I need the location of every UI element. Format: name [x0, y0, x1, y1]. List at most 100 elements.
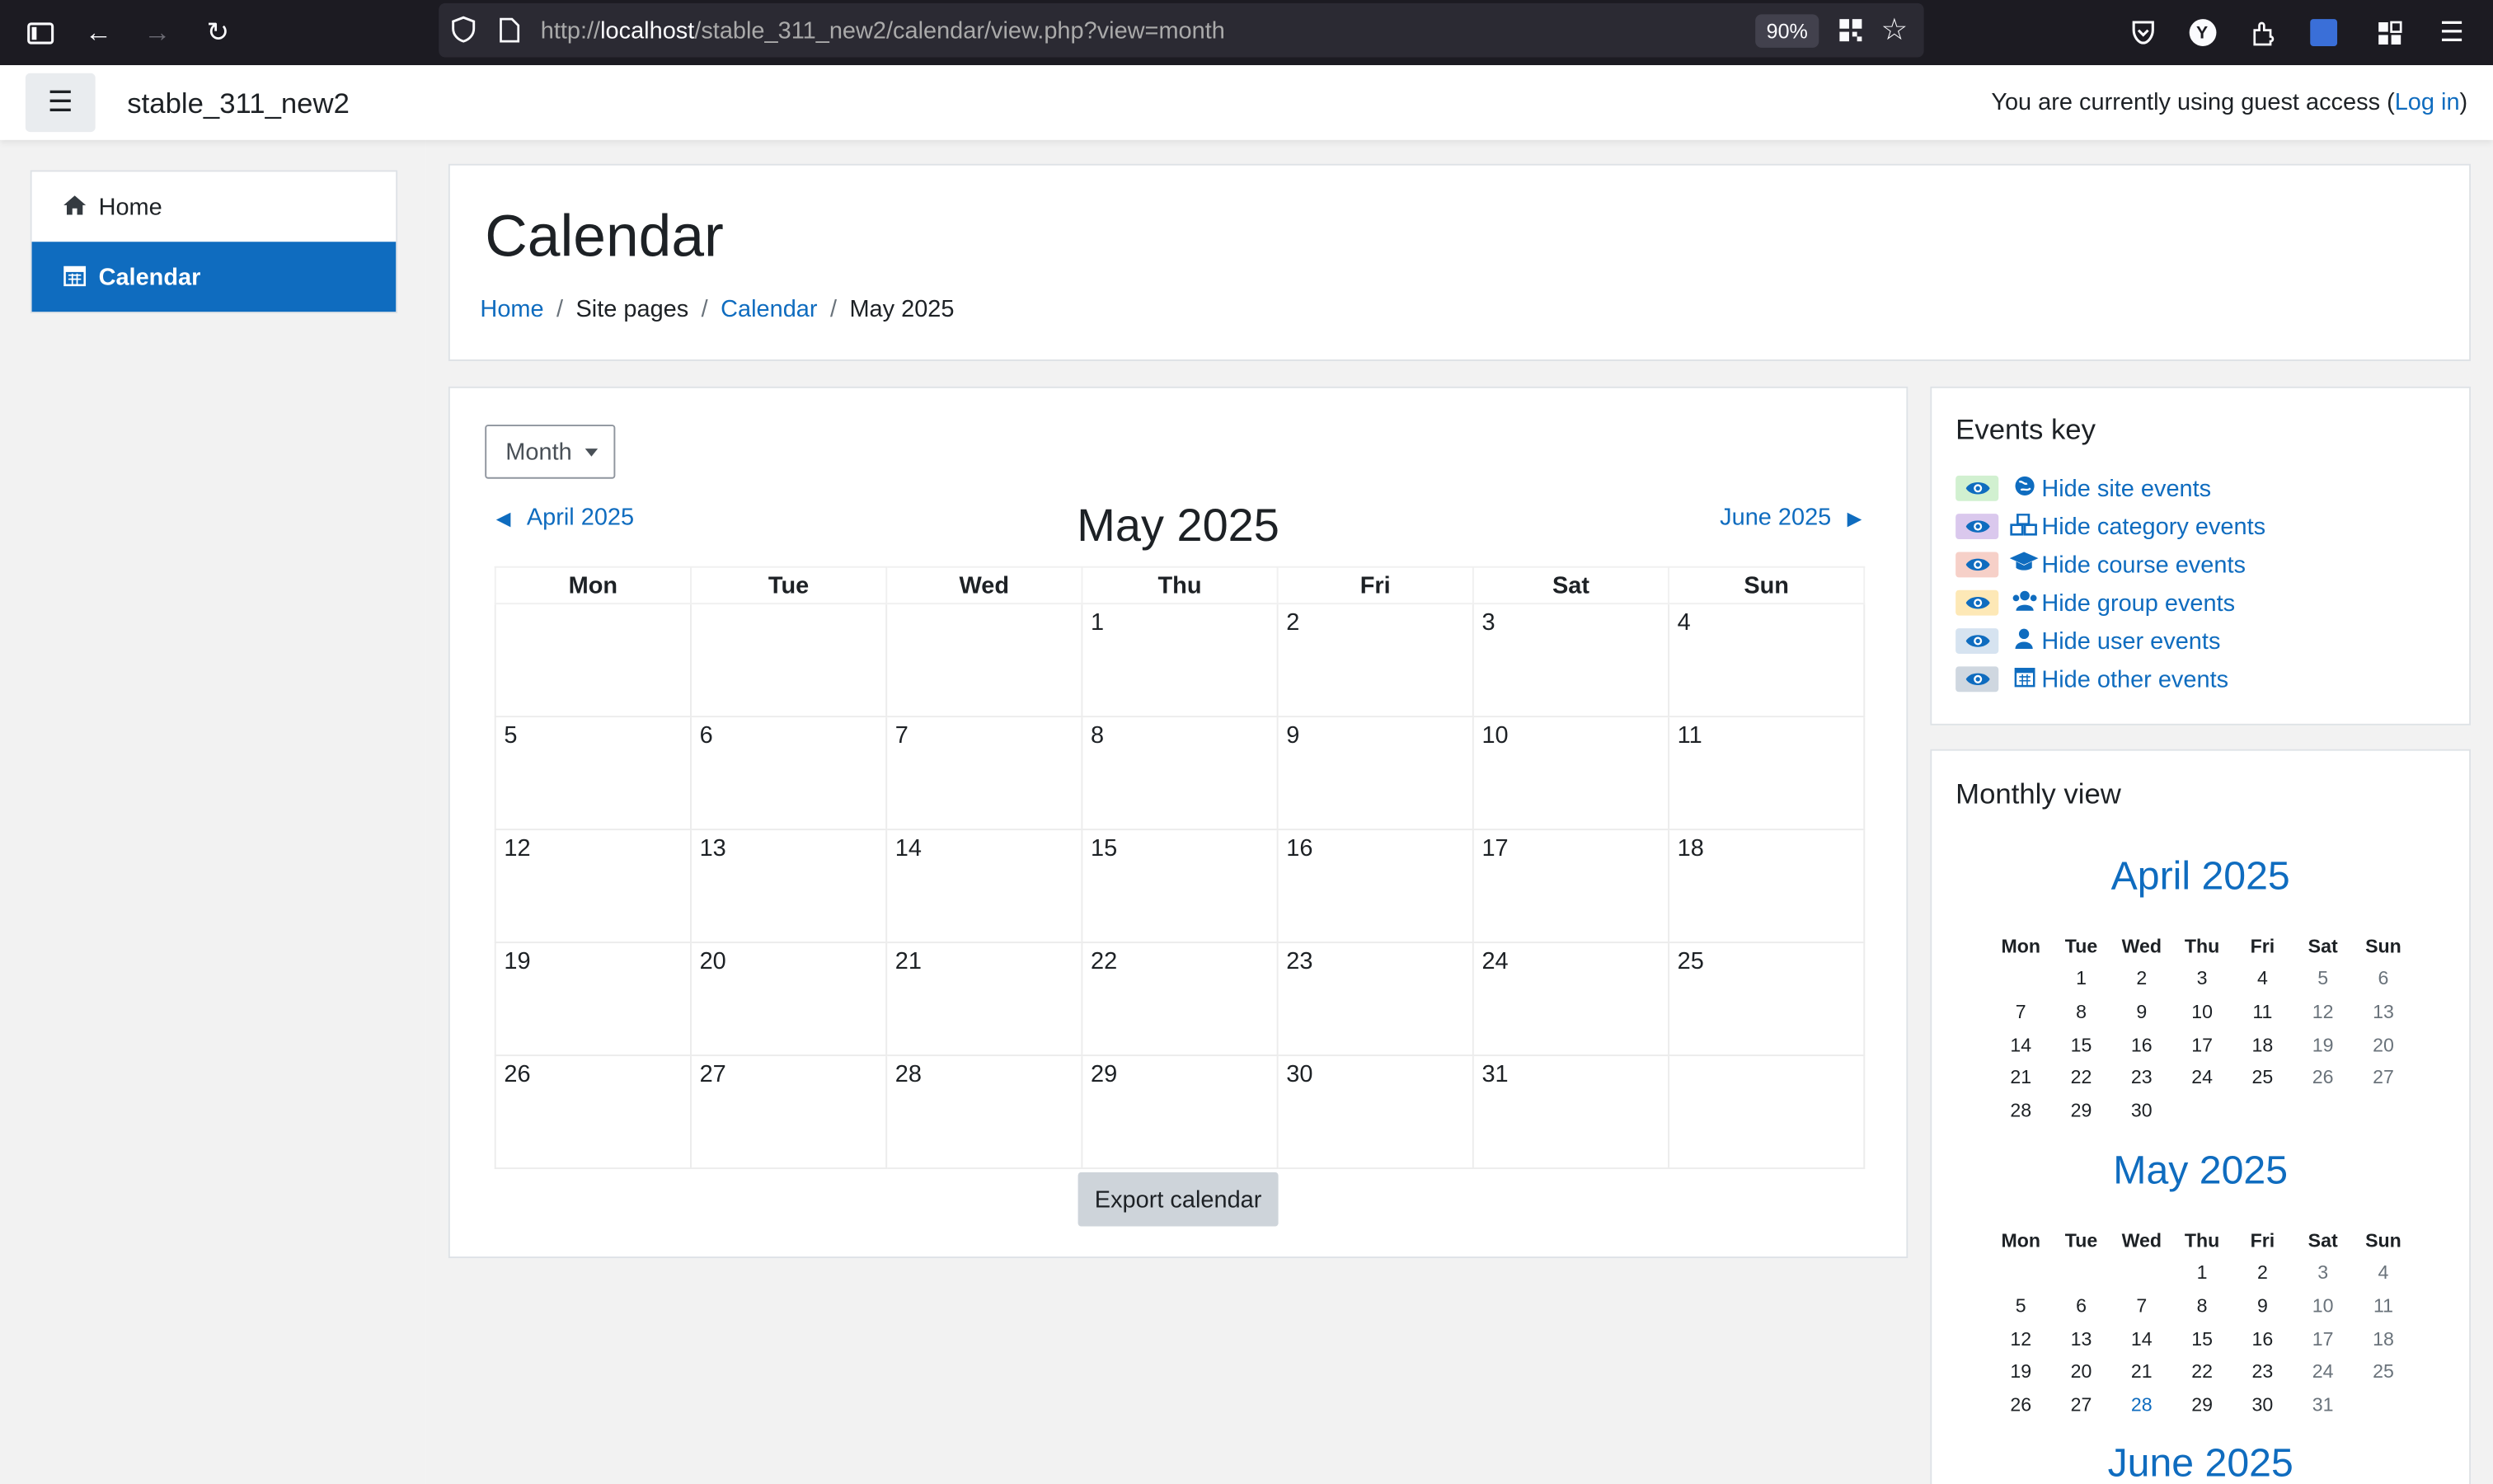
mini-month-title[interactable]: May 2025 — [1932, 1148, 2469, 1195]
export-calendar-button[interactable]: Export calendar — [1077, 1172, 1279, 1227]
day-cell[interactable]: 31 — [1472, 1054, 1670, 1170]
mini-day-cell[interactable]: 16 — [2232, 1322, 2293, 1355]
day-cell[interactable]: 17 — [1472, 829, 1670, 944]
eye-icon[interactable] — [1955, 589, 1999, 616]
event-type-toggle-label[interactable]: Hide course events — [2041, 552, 2246, 579]
mini-day-cell[interactable]: 2 — [2111, 962, 2171, 995]
mini-day-cell[interactable]: 10 — [2293, 1289, 2353, 1322]
event-type-toggle-label[interactable]: Hide other events — [2041, 665, 2228, 693]
url-bar[interactable]: http://localhost/stable_311_new2/calenda… — [439, 2, 1924, 58]
mini-day-cell[interactable]: 27 — [2051, 1388, 2111, 1421]
day-cell[interactable]: 8 — [1081, 716, 1279, 831]
mini-day-cell[interactable]: 18 — [2232, 1028, 2293, 1061]
mini-day-cell[interactable]: 11 — [2353, 1289, 2413, 1322]
day-cell[interactable]: 5 — [494, 716, 692, 831]
event-type-toggle[interactable]: Hide site events — [1955, 472, 2211, 505]
mini-day-cell[interactable]: 4 — [2353, 1256, 2413, 1289]
mini-day-cell[interactable]: 29 — [2051, 1094, 2111, 1127]
mini-day-cell[interactable]: 25 — [2353, 1355, 2413, 1388]
event-type-toggle[interactable]: Hide course events — [1955, 549, 2246, 581]
drawer-toggle-button[interactable]: ☰ — [25, 73, 96, 133]
apps-grid-icon[interactable] — [2368, 0, 2412, 65]
back-icon[interactable]: ← — [77, 0, 121, 65]
mini-day-cell[interactable]: 5 — [1991, 1289, 2051, 1322]
day-cell[interactable]: 15 — [1081, 829, 1279, 944]
breadcrumb-calendar[interactable]: Calendar — [721, 296, 817, 323]
day-cell[interactable]: 27 — [690, 1054, 888, 1170]
mini-day-cell[interactable]: 28 — [1991, 1094, 2051, 1127]
day-cell[interactable]: 6 — [690, 716, 888, 831]
account-container-icon[interactable] — [2301, 0, 2345, 65]
day-cell[interactable]: 24 — [1472, 942, 1670, 1057]
mini-day-cell[interactable]: 1 — [2051, 962, 2111, 995]
qr-code-icon[interactable] — [1838, 17, 1863, 51]
mini-day-cell[interactable]: 12 — [1991, 1322, 2051, 1355]
day-cell[interactable]: 20 — [690, 942, 888, 1057]
y-extension-icon[interactable]: Y — [2180, 0, 2224, 65]
forward-icon[interactable]: → — [135, 0, 180, 65]
mini-day-cell[interactable]: 11 — [2232, 995, 2293, 1028]
mini-day-cell[interactable]: 23 — [2111, 1061, 2171, 1094]
event-type-toggle[interactable]: Hide user events — [1955, 625, 2220, 657]
day-cell[interactable]: 16 — [1276, 829, 1474, 944]
next-month-link[interactable]: June 2025 ▶ — [1720, 505, 1862, 532]
mini-day-cell[interactable]: 1 — [2171, 1256, 2232, 1289]
day-cell[interactable]: 30 — [1276, 1054, 1474, 1170]
mini-day-cell[interactable]: 23 — [2232, 1355, 2293, 1388]
mini-day-cell[interactable]: 9 — [2232, 1289, 2293, 1322]
day-cell[interactable]: 9 — [1276, 716, 1474, 831]
eye-icon[interactable] — [1955, 628, 1999, 654]
day-cell[interactable]: 22 — [1081, 942, 1279, 1057]
mini-day-cell[interactable]: 19 — [1991, 1355, 2051, 1388]
zoom-level[interactable]: 90% — [1755, 14, 1819, 48]
day-cell[interactable]: 26 — [494, 1054, 692, 1170]
day-cell[interactable]: 19 — [494, 942, 692, 1057]
event-type-toggle[interactable]: Hide group events — [1955, 587, 2235, 619]
mini-day-cell[interactable]: 19 — [2293, 1028, 2353, 1061]
browser-menu-icon[interactable]: ☰ — [2430, 0, 2474, 65]
day-cell[interactable]: 23 — [1276, 942, 1474, 1057]
shield-icon[interactable] — [452, 16, 476, 50]
mini-day-cell[interactable]: 17 — [2293, 1322, 2353, 1355]
eye-icon[interactable] — [1955, 475, 1999, 501]
event-type-toggle[interactable]: Hide other events — [1955, 664, 2228, 696]
mini-day-cell[interactable]: 3 — [2171, 962, 2232, 995]
mini-day-cell[interactable]: 26 — [1991, 1388, 2051, 1421]
mini-day-cell[interactable]: 7 — [2111, 1289, 2171, 1322]
site-name[interactable]: stable_311_new2 — [127, 87, 350, 121]
mini-day-cell[interactable]: 27 — [2353, 1061, 2413, 1094]
eye-icon[interactable] — [1955, 514, 1999, 540]
day-cell[interactable]: 21 — [885, 942, 1083, 1057]
mini-day-cell[interactable]: 7 — [1991, 995, 2051, 1028]
mini-day-cell[interactable]: 15 — [2051, 1028, 2111, 1061]
day-cell[interactable]: 25 — [1668, 942, 1866, 1057]
mini-day-cell[interactable]: 24 — [2171, 1061, 2232, 1094]
mini-day-cell[interactable]: 4 — [2232, 962, 2293, 995]
login-link[interactable]: Log in — [2395, 89, 2460, 116]
day-cell[interactable]: 2 — [1276, 603, 1474, 718]
mini-day-cell[interactable]: 17 — [2171, 1028, 2232, 1061]
day-cell[interactable]: 12 — [494, 829, 692, 944]
eye-icon[interactable] — [1955, 552, 1999, 578]
day-cell[interactable]: 14 — [885, 829, 1083, 944]
day-cell[interactable]: 10 — [1472, 716, 1670, 831]
eye-icon[interactable] — [1955, 666, 1999, 693]
extensions-icon[interactable] — [2240, 0, 2284, 65]
url-text[interactable]: http://localhost/stable_311_new2/calenda… — [541, 16, 1225, 44]
day-cell[interactable]: 4 — [1668, 603, 1866, 718]
mini-day-cell[interactable]: 22 — [2171, 1355, 2232, 1388]
nav-item-home[interactable]: Home — [32, 171, 397, 242]
day-cell[interactable]: 11 — [1668, 716, 1866, 831]
day-cell[interactable]: 28 — [885, 1054, 1083, 1170]
mini-day-cell[interactable]: 31 — [2293, 1388, 2353, 1421]
day-cell[interactable]: 3 — [1472, 603, 1670, 718]
mini-day-cell[interactable]: 20 — [2051, 1355, 2111, 1388]
day-cell[interactable]: 7 — [885, 716, 1083, 831]
event-type-toggle-label[interactable]: Hide site events — [2041, 475, 2211, 502]
mini-day-cell[interactable]: 6 — [2353, 962, 2413, 995]
mini-day-cell[interactable]: 2 — [2232, 1256, 2293, 1289]
mini-month-title[interactable]: June 2025 — [1932, 1441, 2469, 1484]
mini-day-cell[interactable]: 12 — [2293, 995, 2353, 1028]
mini-day-cell[interactable]: 13 — [2353, 995, 2413, 1028]
event-type-toggle[interactable]: Hide category events — [1955, 510, 2265, 542]
